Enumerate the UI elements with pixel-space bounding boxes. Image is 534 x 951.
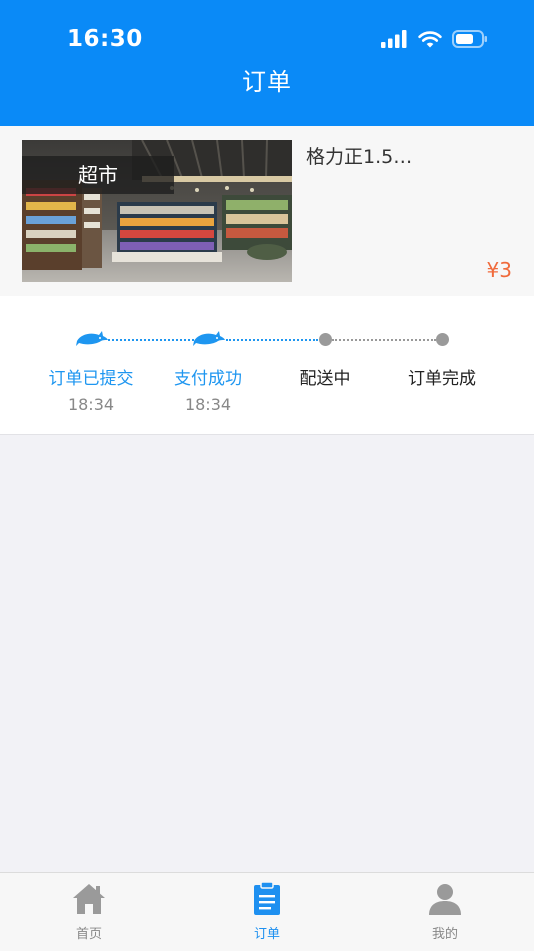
tab-orders[interactable]: 订单 [217,873,317,951]
step-dot-complete [436,333,449,346]
tab-label-profile: 我的 [431,927,458,942]
tab-profile[interactable]: 我的 [395,873,495,951]
dolphin-icon [76,331,108,346]
status-icons [381,30,488,48]
step-label-complete: 订单完成 [408,369,476,389]
tab-label-orders: 订单 [253,927,280,942]
order-card[interactable]: 超市 格力正1.5… ¥3 [0,126,534,296]
page-title: 订单 [242,68,292,96]
step-time-paid: 18:34 [184,395,232,414]
order-progress: 订单已提交 支付成功 配送中 订单完成 18:34 18:34 [0,296,534,435]
step-time-submitted: 18:34 [67,395,115,414]
step-dot-delivering [319,333,332,346]
progress-line-1 [108,339,202,341]
price: ¥3 [486,258,512,282]
status-time: 16:30 [67,26,143,52]
progress-line-2 [226,339,318,341]
step-label-paid: 支付成功 [174,369,242,389]
store-image: 超市 [22,140,292,282]
step-label-submitted: 订单已提交 [48,369,134,389]
order-icon [254,881,280,915]
store-badge: 超市 [22,156,174,194]
product-name: 格力正1.5… [306,146,413,168]
signal-icon [381,30,407,48]
profile-icon [429,884,461,915]
progress-line-3 [332,339,436,341]
tab-bar: 首页 订单 我的 [0,872,534,951]
home-icon [73,884,105,914]
header-bar: 16:30 订单 [0,0,534,126]
step-label-delivering: 配送中 [299,369,351,389]
dolphin-icon [193,331,225,346]
tab-label-home: 首页 [75,927,102,942]
tab-home[interactable]: 首页 [39,873,139,951]
wifi-icon [418,31,442,48]
battery-icon [452,30,487,48]
